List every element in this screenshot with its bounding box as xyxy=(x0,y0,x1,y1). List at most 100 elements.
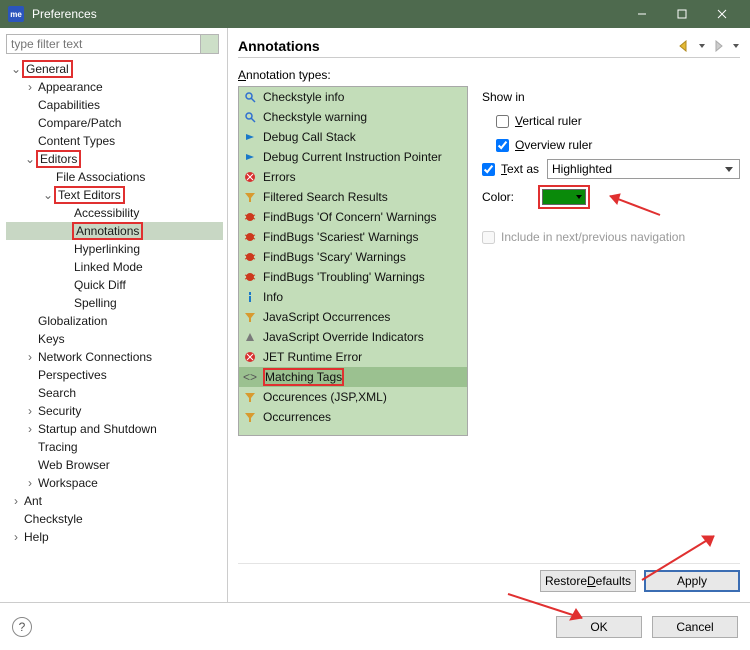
help-icon[interactable]: ? xyxy=(12,617,32,637)
tree-item[interactable]: ›Security xyxy=(6,402,223,420)
search-icon xyxy=(243,90,257,104)
tree-item-label: Hyperlinking xyxy=(72,242,142,256)
tree-item-label: Web Browser xyxy=(36,458,112,472)
tree-item[interactable]: Perspectives xyxy=(6,366,223,384)
tree-item[interactable]: ›Help xyxy=(6,528,223,546)
search-icon xyxy=(243,110,257,124)
tree-item[interactable]: Content Types xyxy=(6,132,223,150)
annotation-item[interactable]: JavaScript Override Indicators xyxy=(239,327,467,347)
include-nav-checkbox[interactable]: Include in next/previous navigation xyxy=(482,230,685,244)
tree-item[interactable]: Tracing xyxy=(6,438,223,456)
tree-item[interactable]: ⌄Text Editors xyxy=(6,186,223,204)
annotation-item[interactable]: <>Matching Tags xyxy=(239,367,467,387)
tree-item[interactable]: Globalization xyxy=(6,312,223,330)
chevron-right-icon: › xyxy=(10,494,22,508)
info-icon xyxy=(243,290,257,304)
preference-tree[interactable]: ⌄General›Appearance Capabilities Compare/P… xyxy=(6,60,227,596)
back-button[interactable] xyxy=(678,40,692,52)
tree-item-label: File Associations xyxy=(54,170,147,184)
page-title: Annotations xyxy=(238,38,678,54)
annotation-item[interactable]: FindBugs 'Of Concern' Warnings xyxy=(239,207,467,227)
tree-item[interactable]: Capabilities xyxy=(6,96,223,114)
tree-item[interactable]: Annotations xyxy=(6,222,223,240)
bug-icon xyxy=(243,210,257,224)
bug-icon xyxy=(243,250,257,264)
forward-button[interactable] xyxy=(712,40,726,52)
annotation-item[interactable]: Debug Call Stack xyxy=(239,127,467,147)
tree-item-label: Capabilities xyxy=(36,98,102,112)
annotation-types-list[interactable]: Checkstyle infoCheckstyle warningDebug C… xyxy=(238,86,468,436)
annotation-item[interactable]: Occurences (JSP,XML) xyxy=(239,387,467,407)
annotation-item[interactable]: Checkstyle warning xyxy=(239,107,467,127)
annotation-item[interactable]: Checkstyle info xyxy=(239,87,467,107)
text-as-checkbox[interactable]: Text as xyxy=(482,162,539,176)
color-picker[interactable] xyxy=(542,189,586,205)
annotation-item[interactable]: Filtered Search Results xyxy=(239,187,467,207)
filter-icon xyxy=(243,190,257,204)
filter-icon xyxy=(243,410,257,424)
ok-button[interactable]: OK xyxy=(556,616,642,638)
tree-item[interactable]: File Associations xyxy=(6,168,223,186)
forward-menu-button[interactable] xyxy=(732,40,740,52)
nav-arrows xyxy=(678,40,740,52)
annotation-item[interactable]: Debug Current Instruction Pointer xyxy=(239,147,467,167)
tree-item[interactable]: Checkstyle xyxy=(6,510,223,528)
restore-defaults-button[interactable]: Restore Defaults xyxy=(540,570,636,592)
bug-icon xyxy=(243,230,257,244)
tree-item-label: Ant xyxy=(22,494,44,508)
arrow-icon xyxy=(243,130,257,144)
annotation-item-label: JET Runtime Error xyxy=(263,350,362,364)
overview-ruler-checkbox[interactable]: Overview ruler xyxy=(496,138,592,152)
tree-item[interactable]: ⌄General xyxy=(6,60,223,78)
annotation-item[interactable]: FindBugs 'Troubling' Warnings xyxy=(239,267,467,287)
tree-item[interactable]: ⌄Editors xyxy=(6,150,223,168)
right-pane: Annotations Annotation types: Checkstyle… xyxy=(228,28,750,602)
cancel-button[interactable]: Cancel xyxy=(652,616,738,638)
annotation-item-label: Matching Tags xyxy=(263,368,344,386)
annotation-item-label: JavaScript Occurrences xyxy=(263,310,390,324)
filter-icon xyxy=(243,390,257,404)
tree-item[interactable]: Search xyxy=(6,384,223,402)
annotation-item-label: Checkstyle info xyxy=(263,90,344,104)
annotation-item-label: Info xyxy=(263,290,283,304)
apply-button[interactable]: Apply xyxy=(644,570,740,592)
text-as-combo[interactable]: Highlighted xyxy=(547,159,740,179)
close-button[interactable] xyxy=(702,0,742,28)
bug-icon xyxy=(243,270,257,284)
tree-item[interactable]: Accessibility xyxy=(6,204,223,222)
maximize-button[interactable] xyxy=(662,0,702,28)
tree-item-label: Network Connections xyxy=(36,350,154,364)
tree-item[interactable]: ›Startup and Shutdown xyxy=(6,420,223,438)
tree-item[interactable]: ›Network Connections xyxy=(6,348,223,366)
tree-item-label: Annotations xyxy=(72,222,143,240)
tree-item-label: Linked Mode xyxy=(72,260,145,274)
annotation-item[interactable]: JET Runtime Error xyxy=(239,347,467,367)
tree-item[interactable]: Linked Mode xyxy=(6,258,223,276)
tree-item[interactable]: ›Ant xyxy=(6,492,223,510)
tree-item[interactable]: Web Browser xyxy=(6,456,223,474)
filter-input[interactable] xyxy=(6,34,201,54)
tree-item-label: Checkstyle xyxy=(22,512,85,526)
tree-item[interactable]: Quick Diff xyxy=(6,276,223,294)
tree-item-label: Help xyxy=(22,530,51,544)
annotation-item[interactable]: FindBugs 'Scariest' Warnings xyxy=(239,227,467,247)
annotation-item[interactable]: JavaScript Occurrences xyxy=(239,307,467,327)
vertical-ruler-checkbox[interactable]: Vertical ruler xyxy=(496,114,582,128)
left-pane: ⌄General›Appearance Capabilities Compare/P… xyxy=(0,28,228,602)
back-menu-button[interactable] xyxy=(698,40,706,52)
annotation-item[interactable]: FindBugs 'Scary' Warnings xyxy=(239,247,467,267)
tree-item[interactable]: ›Workspace xyxy=(6,474,223,492)
filter-clear-button[interactable] xyxy=(201,34,219,54)
minimize-button[interactable] xyxy=(622,0,662,28)
annotation-item-label: FindBugs 'Of Concern' Warnings xyxy=(263,210,437,224)
annotation-item[interactable]: Occurrences xyxy=(239,407,467,427)
tree-item[interactable]: ›Appearance xyxy=(6,78,223,96)
tree-item[interactable]: Spelling xyxy=(6,294,223,312)
tree-item[interactable]: Hyperlinking xyxy=(6,240,223,258)
annotation-item[interactable]: Info xyxy=(239,287,467,307)
tree-item[interactable]: Keys xyxy=(6,330,223,348)
tree-item[interactable]: Compare/Patch xyxy=(6,114,223,132)
annotation-item[interactable]: Errors xyxy=(239,167,467,187)
tree-item-label: Keys xyxy=(36,332,67,346)
annotation-item-label: Debug Current Instruction Pointer xyxy=(263,150,442,164)
